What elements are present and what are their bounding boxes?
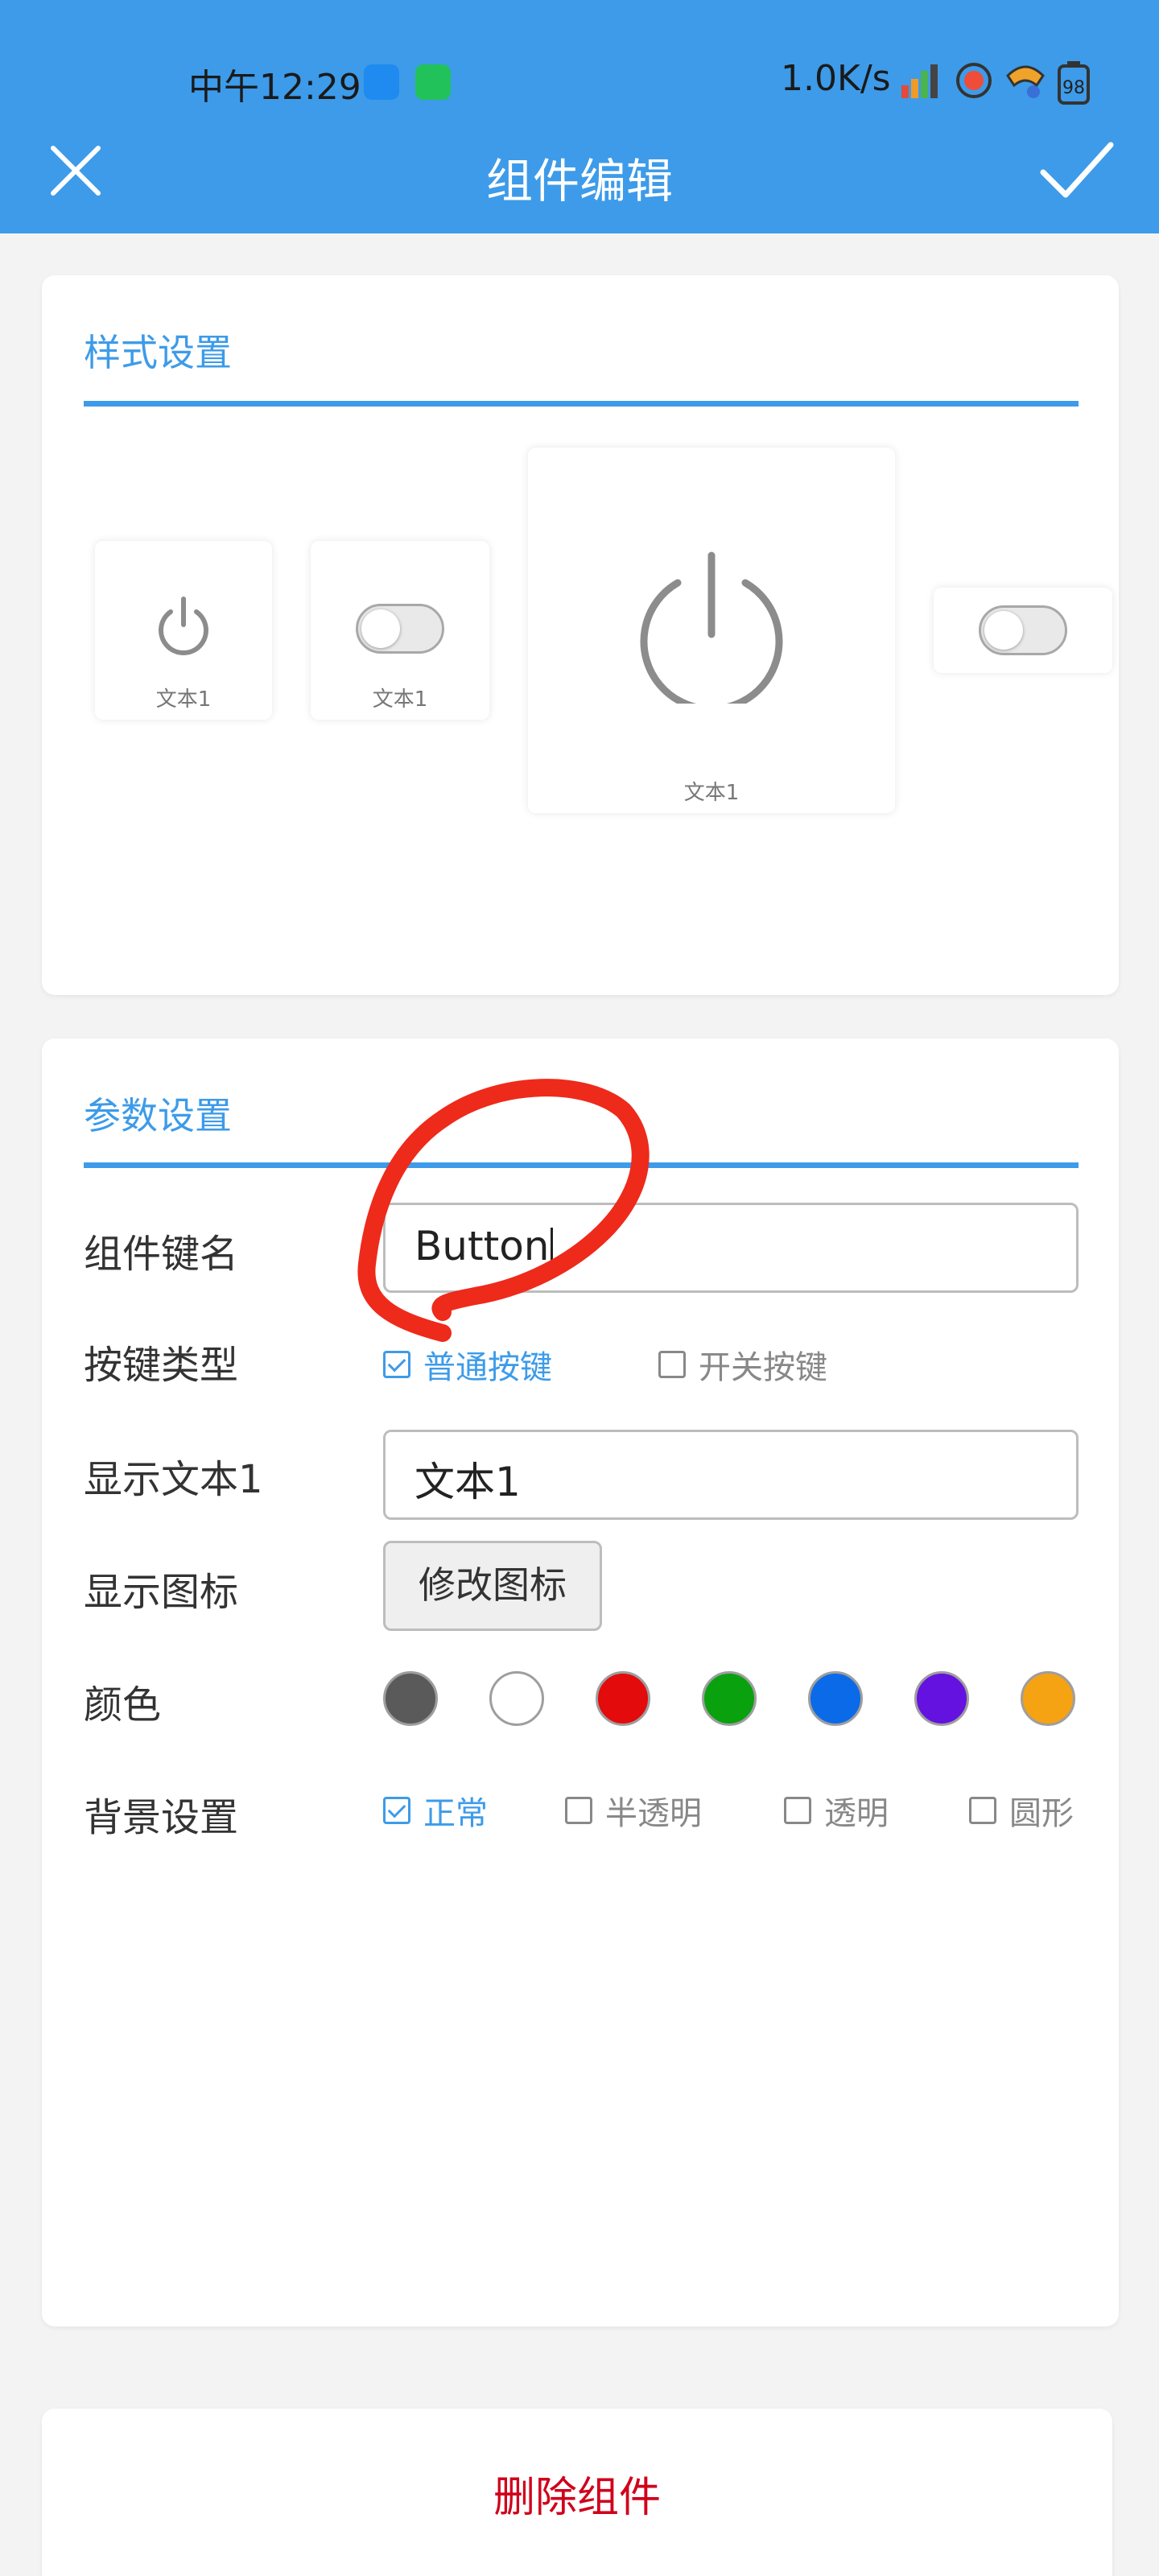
delete-card: 删除组件 — [42, 2409, 1112, 2576]
color-swatch-blue[interactable] — [808, 1671, 863, 1726]
toggle-switch-icon — [356, 604, 444, 654]
param-section-title: 参数设置 — [84, 1094, 232, 1137]
style-section-title: 样式设置 — [84, 331, 232, 374]
style-preview-power-large[interactable]: 文本1 — [528, 448, 895, 813]
preview-caption: 文本1 — [683, 781, 740, 805]
battery-level: 98 — [1062, 78, 1085, 98]
page-title: 组件编辑 — [485, 154, 673, 208]
style-section-divider — [84, 401, 1079, 407]
checkbox-unchecked-icon — [784, 1797, 811, 1824]
signal-icon — [901, 64, 938, 98]
fish-app-icon — [364, 64, 399, 100]
background-normal-checkbox[interactable]: 正常 — [383, 1787, 488, 1834]
display-text-label: 显示文本1 — [84, 1457, 263, 1502]
checkbox-unchecked-icon — [565, 1797, 592, 1824]
key-type-label: 按键类型 — [84, 1343, 239, 1388]
background-round-checkbox[interactable]: 圆形 — [969, 1787, 1074, 1834]
check-icon[interactable] — [1038, 138, 1116, 201]
checkbox-unchecked-icon — [969, 1797, 996, 1824]
checkbox-label: 透明 — [824, 1795, 889, 1832]
color-label: 颜色 — [84, 1682, 162, 1728]
app-header: 中午12:29 1.0K/s 98 组件编辑 — [0, 0, 1159, 233]
style-preview-toggle-bar[interactable] — [934, 588, 1112, 673]
color-swatch-red[interactable] — [596, 1671, 650, 1726]
status-time: 中午12:29 — [188, 67, 361, 108]
toggle-switch-icon — [979, 605, 1067, 655]
background-label: 背景设置 — [84, 1795, 239, 1840]
color-swatch-orange[interactable] — [1021, 1671, 1075, 1726]
display-text-input[interactable]: 文本1 — [383, 1430, 1079, 1520]
network-speed: 1.0K/s — [781, 58, 891, 99]
color-swatch-purple[interactable] — [914, 1671, 969, 1726]
style-preview-toggle-small[interactable]: 文本1 — [311, 541, 489, 720]
power-icon — [640, 551, 783, 704]
style-settings-card: 样式设置 文本1 文本1 文本1 — [42, 275, 1119, 995]
preview-caption: 文本1 — [372, 687, 428, 712]
background-semitransparent-checkbox[interactable]: 半透明 — [565, 1787, 702, 1834]
key-type-switch-checkbox[interactable]: 开关按键 — [658, 1341, 827, 1388]
style-preview-power-small[interactable]: 文本1 — [95, 541, 272, 720]
checkbox-checked-icon — [383, 1797, 410, 1824]
change-icon-button[interactable]: 修改图标 — [383, 1541, 602, 1631]
checkbox-label: 开关按键 — [699, 1349, 827, 1386]
display-text-value: 文本1 — [415, 1459, 521, 1505]
checkbox-label: 圆形 — [1009, 1795, 1074, 1832]
color-swatch-white[interactable] — [489, 1671, 544, 1726]
checkbox-checked-icon — [383, 1351, 410, 1378]
power-icon — [159, 597, 208, 655]
display-icon-label: 显示图标 — [84, 1570, 239, 1615]
notification-icon — [956, 63, 992, 98]
preview-caption: 文本1 — [155, 687, 212, 712]
battery-icon: 98 — [1058, 61, 1090, 105]
checkbox-unchecked-icon — [658, 1351, 686, 1378]
key-name-label: 组件键名 — [84, 1232, 239, 1277]
status-bar: 中午12:29 1.0K/s 98 — [0, 50, 1159, 108]
delete-component-button[interactable]: 删除组件 — [42, 2463, 1112, 2524]
checkbox-label: 半透明 — [605, 1795, 702, 1832]
checkbox-label: 正常 — [423, 1795, 488, 1832]
wechat-icon — [415, 64, 451, 100]
color-swatch-green[interactable] — [702, 1671, 757, 1726]
color-swatch-gray[interactable] — [383, 1671, 438, 1726]
vpn-icon — [1006, 65, 1045, 98]
background-transparent-checkbox[interactable]: 透明 — [784, 1787, 889, 1834]
red-annotation-circle — [357, 1079, 650, 1342]
